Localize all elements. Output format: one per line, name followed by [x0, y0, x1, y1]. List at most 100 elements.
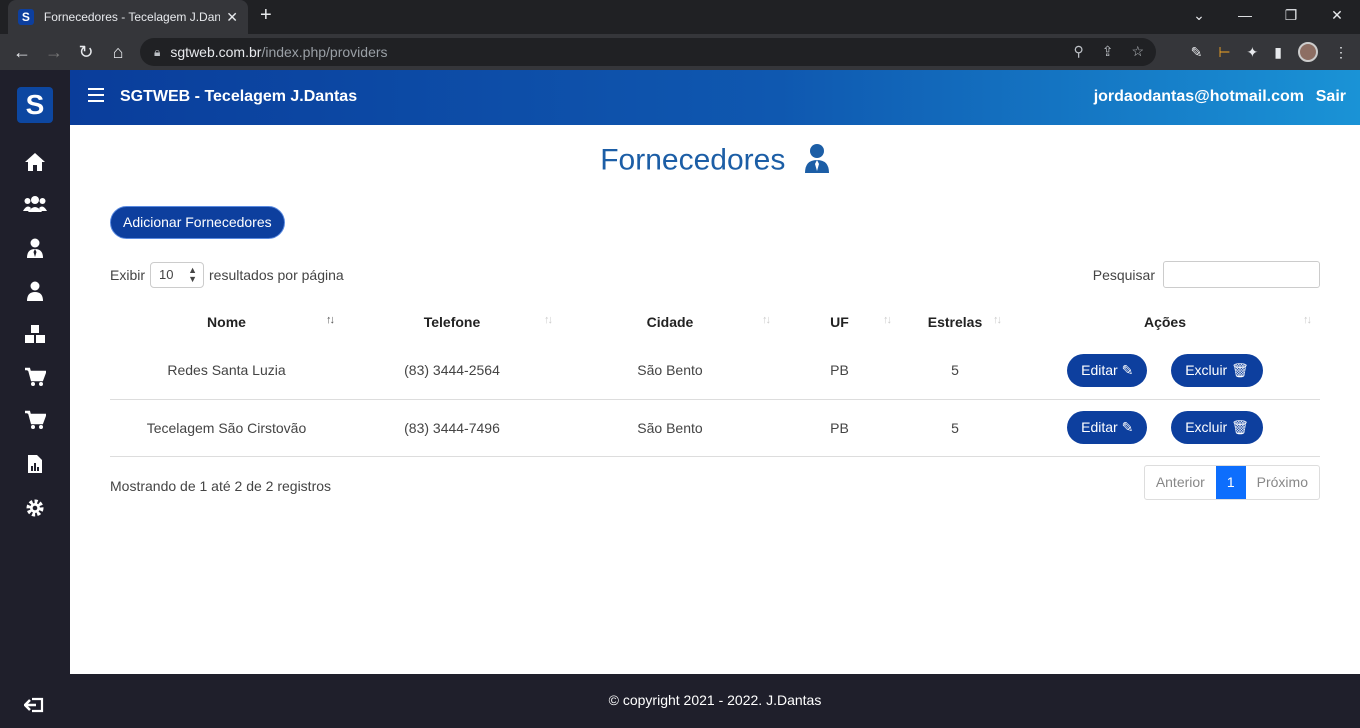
edit-icon: ✎ — [1121, 419, 1134, 435]
profile-avatar[interactable] — [1298, 42, 1318, 62]
suppliers-table: Nome ↑↓ Telefone ↑↓ Cidade ↑↓ UF ↑↓ Estrelas… — [110, 302, 1320, 457]
edit-button[interactable]: Editar ✎ — [1067, 411, 1148, 444]
pager-page-1[interactable]: 1 — [1215, 466, 1246, 499]
user-email: jordaodantas@hotmail.com — [1093, 88, 1304, 105]
user-tie-icon[interactable] — [20, 238, 50, 262]
cell-telefone: (83) 3444-2564 — [343, 342, 561, 400]
pager-next[interactable]: Próximo — [1246, 466, 1319, 499]
window-controls: ⌄ — ❐ ✕ — [1176, 0, 1360, 34]
search-label: Pesquisar — [1092, 266, 1155, 283]
hamburger-menu-icon[interactable] — [88, 88, 104, 102]
logout-icon[interactable] — [23, 696, 44, 719]
lock-icon: 🔒︎ — [154, 44, 161, 59]
favicon: S — [18, 9, 34, 25]
sidebar: S — [0, 70, 70, 728]
pager-previous[interactable]: Anterior — [1145, 466, 1216, 499]
supplier-icon — [804, 143, 830, 178]
sort-icon: ↑↓ — [1303, 314, 1312, 326]
logout-link[interactable]: Sair — [1316, 88, 1346, 106]
sort-icon: ↑↓ — [883, 314, 892, 326]
cell-cidade: São Bento — [561, 342, 779, 400]
sort-icon: ↑↓ — [762, 314, 771, 326]
cell-estrelas: 5 — [900, 342, 1010, 400]
browser-tabbar: S Fornecedores - Tecelagem J.Dantas ✕ + … — [0, 0, 1360, 34]
cell-acoes: Editar ✎ Excluir 🗑︎ — [1010, 342, 1320, 400]
column-header-uf[interactable]: UF ↑↓ — [779, 302, 900, 342]
app-title: SGTWEB - Tecelagem J.Dantas — [120, 88, 358, 105]
page-title: Fornecedores — [600, 143, 786, 177]
address-bar[interactable]: 🔒︎ sgtweb.com.br/index.php/providers ⚲ ⇪… — [140, 38, 1156, 66]
home-icon[interactable] — [20, 152, 50, 176]
puzzle-icon[interactable]: ✦ — [1247, 44, 1259, 61]
cart-plus-icon[interactable] — [20, 410, 50, 434]
cell-uf: PB — [779, 342, 900, 400]
users-icon[interactable] — [20, 195, 50, 219]
gear-icon[interactable] — [20, 498, 50, 522]
chevron-down-icon[interactable]: ⌄ — [1176, 0, 1222, 34]
minimize-icon[interactable]: — — [1222, 0, 1268, 34]
table-header-row: Nome ↑↓ Telefone ↑↓ Cidade ↑↓ UF ↑↓ Estrelas… — [110, 302, 1320, 342]
page-length-control: Exibir 10 ▲ ▼ resultados por página — [110, 262, 344, 288]
cell-estrelas: 5 — [900, 399, 1010, 457]
page-length-value: 10 — [159, 267, 174, 282]
column-header-cidade[interactable]: Cidade ↑↓ — [561, 302, 779, 342]
table-row: Redes Santa Luzia (83) 3444-2564 São Ben… — [110, 342, 1320, 400]
cell-cidade: São Bento — [561, 399, 779, 457]
browser-tab[interactable]: S Fornecedores - Tecelagem J.Dantas ✕ — [8, 0, 248, 34]
user-icon[interactable] — [20, 281, 50, 305]
page-length-select[interactable]: 10 ▲ ▼ — [150, 262, 205, 288]
sort-select-icon: ▲ ▼ — [188, 265, 198, 284]
cart-icon[interactable] — [20, 367, 50, 391]
page-header: Fornecedores — [70, 143, 1360, 178]
sort-icon: ↑↓ — [326, 314, 335, 326]
restore-icon[interactable]: ❐ — [1268, 0, 1314, 34]
trash-icon: 🗑︎ — [1231, 419, 1249, 435]
reload-icon[interactable]: ↻ — [74, 40, 98, 64]
boxes-icon[interactable] — [20, 324, 50, 348]
browser-toolbar: ← → ↻ ⌂ 🔒︎ sgtweb.com.br/index.php/provi… — [0, 34, 1360, 70]
close-tab-icon[interactable]: ✕ — [226, 9, 238, 26]
sort-icon: ↑↓ — [544, 314, 553, 326]
star-icon[interactable]: ☆ — [1131, 43, 1144, 60]
length-prefix: Exibir — [110, 267, 146, 283]
trash-icon: 🗑︎ — [1231, 361, 1249, 378]
forward-icon[interactable]: → — [42, 40, 66, 64]
add-supplier-button[interactable]: Adicionar Fornecedores — [110, 206, 285, 239]
copyright-text: © copyright 2021 - 2022. J.Dantas — [608, 692, 822, 708]
back-icon[interactable]: ← — [10, 40, 34, 64]
cell-uf: PB — [779, 399, 900, 457]
pagination: Anterior 1 Próximo — [1143, 465, 1320, 500]
zoom-icon[interactable]: ⚲ — [1073, 43, 1083, 60]
cell-acoes: Editar ✎ Excluir 🗑︎ — [1010, 399, 1320, 457]
pen-extension-icon[interactable]: ✎ — [1191, 44, 1203, 61]
top-header: SGTWEB - Tecelagem J.Dantas jordaodantas… — [70, 70, 1360, 125]
delete-button[interactable]: Excluir 🗑︎ — [1171, 411, 1263, 444]
column-header-telefone[interactable]: Telefone ↑↓ — [343, 302, 561, 342]
main-content: Fornecedores Adicionar Fornecedores Exib… — [70, 125, 1360, 674]
close-window-icon[interactable]: ✕ — [1314, 0, 1360, 34]
new-tab-icon[interactable]: + — [260, 4, 272, 27]
report-icon[interactable] — [20, 454, 50, 478]
cell-nome: Tecelagem São Cirstovão — [110, 399, 343, 457]
cell-telefone: (83) 3444-7496 — [343, 399, 561, 457]
sort-icon: ↑↓ — [993, 314, 1002, 326]
table-row: Tecelagem São Cirstovão (83) 3444-7496 S… — [110, 399, 1320, 457]
menu-dots-icon[interactable]: ⋮ — [1334, 44, 1348, 61]
search-input[interactable] — [1163, 261, 1320, 288]
app-logo[interactable]: S — [17, 87, 53, 123]
search-control: Pesquisar — [1093, 261, 1320, 288]
url-path: /index.php/providers — [261, 44, 388, 60]
share-icon[interactable]: ⇪ — [1102, 43, 1114, 60]
column-header-nome[interactable]: Nome ↑↓ — [110, 302, 343, 342]
length-suffix: resultados por página — [209, 267, 344, 283]
sidepanel-icon[interactable]: ▮ — [1274, 44, 1282, 61]
tag-extension-icon[interactable]: ⊢ — [1218, 44, 1230, 61]
table-info: Mostrando de 1 até 2 de 2 registros — [110, 478, 332, 494]
edit-icon: ✎ — [1121, 361, 1134, 378]
home-browser-icon[interactable]: ⌂ — [106, 40, 130, 64]
column-header-acoes[interactable]: Ações ↑↓ — [1010, 302, 1320, 342]
column-header-estrelas[interactable]: Estrelas ↑↓ — [900, 302, 1010, 342]
footer: © copyright 2021 - 2022. J.Dantas — [70, 674, 1360, 728]
edit-button[interactable]: Editar ✎ — [1067, 353, 1148, 387]
delete-button[interactable]: Excluir 🗑︎ — [1171, 353, 1263, 387]
